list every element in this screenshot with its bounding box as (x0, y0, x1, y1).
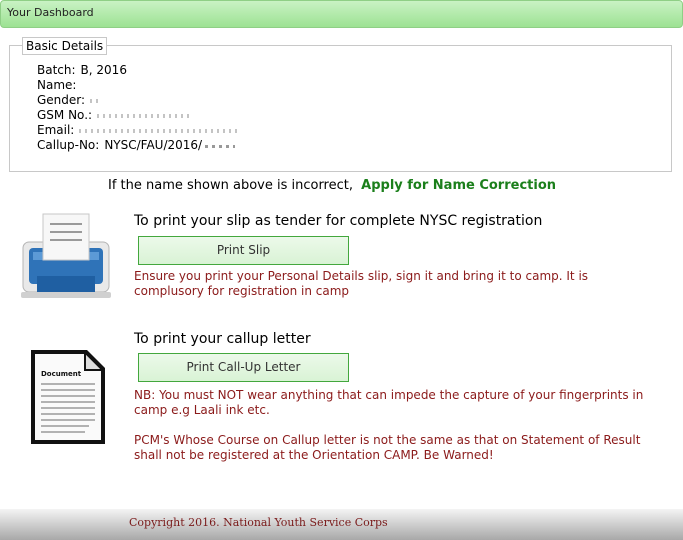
name-correction-link[interactable]: Apply for Name Correction (361, 178, 556, 193)
fingerprint-note: NB: You must NOT wear anything that can … (134, 388, 644, 417)
detail-gsm: GSM No.: (37, 108, 239, 123)
document-icon: Document (29, 348, 107, 446)
copyright-text: Copyright 2016. National Youth Service C… (129, 516, 388, 529)
details-list: Batch: B, 2016 Name: Gender: GSM No.: Em… (37, 63, 240, 153)
slip-heading: To print your slip as tender for complet… (134, 213, 543, 229)
slip-note: Ensure you print your Personal Details s… (134, 269, 589, 298)
detail-callup: Callup-No: NYSC/FAU/2016/ (37, 138, 239, 153)
detail-value: NYSC/FAU/2016/ (104, 138, 203, 152)
detail-label: Email: (37, 123, 75, 137)
obscured-value (97, 114, 193, 118)
detail-name: Name: (37, 78, 239, 93)
course-warning-note: PCM's Whose Course on Callup letter is n… (134, 433, 641, 462)
page-footer: Copyright 2016. National Youth Service C… (0, 509, 683, 540)
obscured-value (90, 99, 99, 103)
basic-details-panel: Basic Details Batch: B, 2016 Name: Gende… (9, 37, 672, 172)
obscured-value (79, 129, 240, 133)
detail-label: Callup-No: (37, 138, 100, 152)
detail-label: GSM No.: (37, 108, 93, 122)
detail-label: Name: (37, 78, 77, 92)
dashboard-header: Your Dashboard (0, 0, 683, 28)
letter-heading: To print your callup letter (134, 331, 311, 347)
print-callup-letter-button[interactable]: Print Call-Up Letter (138, 353, 349, 382)
detail-value: B, 2016 (80, 63, 127, 77)
name-correction-line: If the name shown above is incorrect, Ap… (108, 178, 556, 193)
detail-email: Email: (37, 123, 240, 138)
dashboard-title: Your Dashboard (7, 6, 94, 19)
print-slip-button[interactable]: Print Slip (138, 236, 349, 265)
detail-label: Batch: (37, 63, 76, 77)
obscured-value (205, 145, 236, 148)
basic-details-legend: Basic Details (22, 37, 108, 55)
detail-label: Gender: (37, 93, 86, 107)
detail-batch: Batch: B, 2016 (37, 63, 239, 78)
detail-gender: Gender: (37, 93, 239, 108)
printer-icon (17, 212, 115, 302)
name-correction-text: If the name shown above is incorrect, (108, 178, 353, 193)
svg-text:Document: Document (41, 370, 82, 378)
